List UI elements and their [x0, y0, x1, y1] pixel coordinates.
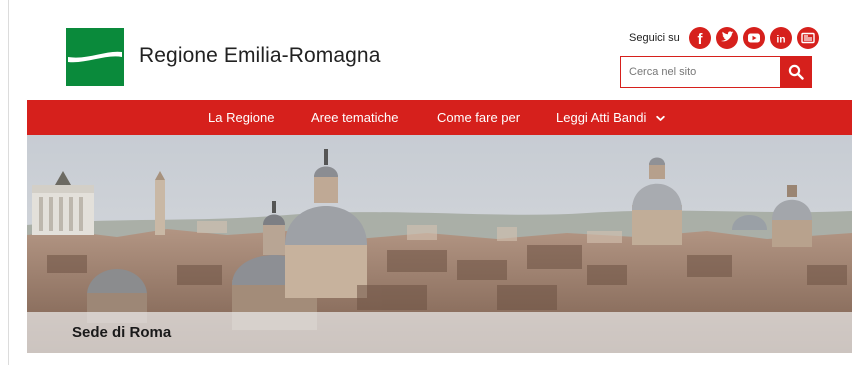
nav-item-aree-tematiche[interactable]: Aree tematiche	[311, 100, 398, 135]
search-box	[620, 56, 812, 88]
search-button[interactable]	[780, 57, 811, 87]
follow-label: Seguici su	[629, 32, 680, 44]
nav-item-la-regione[interactable]: La Regione	[208, 100, 275, 135]
nav-item-label: La Regione	[208, 110, 275, 125]
svg-text:in: in	[776, 35, 785, 46]
youtube-icon[interactable]	[742, 27, 765, 49]
twitter-icon[interactable]	[715, 27, 738, 49]
hero-banner: Sede di Roma	[27, 135, 852, 353]
facebook-icon[interactable]: f	[688, 27, 711, 49]
nav-item-leggi-atti-bandi[interactable]: Leggi Atti Bandi	[556, 100, 665, 135]
chevron-down-icon	[656, 101, 665, 136]
nav-item-label: Come fare per	[437, 110, 521, 125]
main-nav: La Regione Aree tematiche Come fare per …	[27, 100, 852, 135]
page: Regione Emilia-Romagna Seguici su f in C…	[8, 0, 852, 365]
news-icon[interactable]	[796, 27, 819, 49]
search-icon	[788, 64, 804, 80]
site-title[interactable]: Regione Emilia-Romagna	[139, 44, 381, 68]
hero-caption: Sede di Roma	[27, 312, 852, 353]
region-logo[interactable]	[66, 28, 124, 86]
nav-item-come-fare-per[interactable]: Come fare per	[437, 100, 520, 135]
search-input[interactable]	[621, 57, 780, 87]
nav-item-label: Leggi Atti Bandi	[556, 110, 647, 125]
linkedin-icon[interactable]: in	[769, 27, 792, 49]
social-links: Seguici su f in	[629, 25, 819, 51]
hero-caption-title: Sede di Roma	[72, 324, 172, 341]
nav-item-label: Aree tematiche	[311, 110, 399, 125]
svg-text:f: f	[697, 31, 703, 48]
